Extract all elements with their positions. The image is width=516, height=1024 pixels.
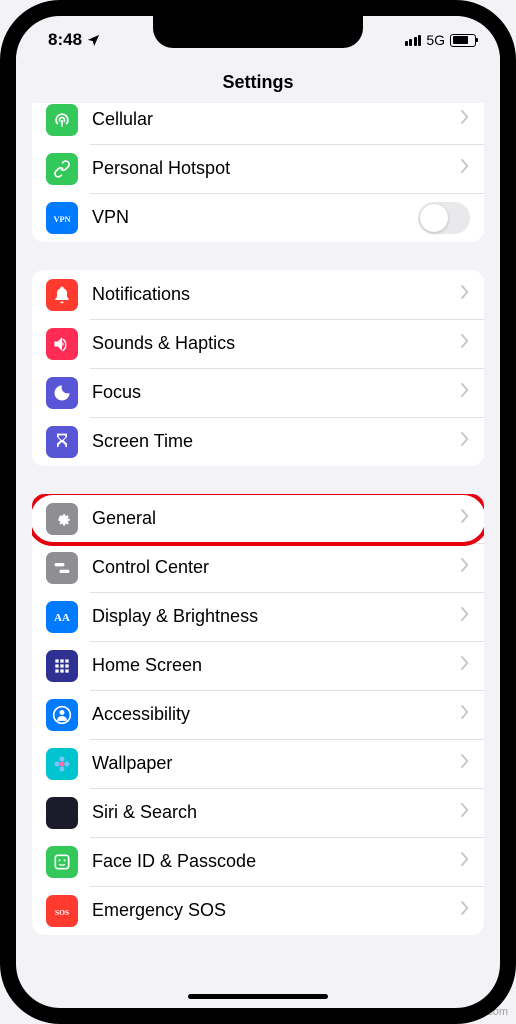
- chevron-right-icon: [461, 509, 470, 528]
- chevron-right-icon: [461, 607, 470, 626]
- row-control-center[interactable]: Control Center: [32, 543, 484, 592]
- sounds-haptics-icon: [46, 328, 78, 360]
- screen-time-icon: [46, 426, 78, 458]
- device-notch: [153, 16, 363, 48]
- home-indicator[interactable]: [188, 994, 328, 999]
- chevron-right-icon: [461, 159, 470, 178]
- row-label: Personal Hotspot: [92, 158, 447, 179]
- row-display-brightness[interactable]: Display & Brightness: [32, 592, 484, 641]
- settings-group: Notifications Sounds & Haptics Focus Screen…: [32, 270, 484, 466]
- chevron-right-icon: [461, 558, 470, 577]
- chevron-right-icon: [461, 110, 470, 129]
- location-icon: [86, 33, 101, 48]
- row-screen-time[interactable]: Screen Time: [32, 417, 484, 466]
- settings-group: General Control Center Display & Brightnes…: [32, 494, 484, 935]
- row-siri-search[interactable]: Siri & Search: [32, 788, 484, 837]
- display-brightness-icon: [46, 601, 78, 633]
- chevron-right-icon: [461, 705, 470, 724]
- row-label: General: [92, 508, 447, 529]
- row-sounds-haptics[interactable]: Sounds & Haptics: [32, 319, 484, 368]
- row-cellular[interactable]: Cellular: [32, 103, 484, 144]
- chevron-right-icon: [461, 803, 470, 822]
- row-label: Control Center: [92, 557, 447, 578]
- row-focus[interactable]: Focus: [32, 368, 484, 417]
- chevron-right-icon: [461, 383, 470, 402]
- status-time: 8:48: [48, 30, 82, 50]
- settings-list[interactable]: Cellular Personal Hotspot VPN Notifications…: [16, 103, 500, 985]
- cellular-icon: [46, 104, 78, 136]
- chevron-right-icon: [461, 901, 470, 920]
- row-label: Face ID & Passcode: [92, 851, 447, 872]
- settings-group: Cellular Personal Hotspot VPN: [32, 103, 484, 242]
- row-label: Display & Brightness: [92, 606, 447, 627]
- chevron-right-icon: [461, 285, 470, 304]
- row-vpn[interactable]: VPN: [32, 193, 484, 242]
- row-notifications[interactable]: Notifications: [32, 270, 484, 319]
- home-screen-icon: [46, 650, 78, 682]
- row-accessibility[interactable]: Accessibility: [32, 690, 484, 739]
- row-label: Sounds & Haptics: [92, 333, 447, 354]
- row-label: Home Screen: [92, 655, 447, 676]
- row-label: Siri & Search: [92, 802, 447, 823]
- row-label: Emergency SOS: [92, 900, 447, 921]
- personal-hotspot-icon: [46, 153, 78, 185]
- wallpaper-icon: [46, 748, 78, 780]
- network-label: 5G: [426, 32, 445, 48]
- row-label: Accessibility: [92, 704, 447, 725]
- row-emergency-sos[interactable]: Emergency SOS: [32, 886, 484, 935]
- vpn-icon: [46, 202, 78, 234]
- chevron-right-icon: [461, 852, 470, 871]
- general-icon: [46, 503, 78, 535]
- chevron-right-icon: [461, 432, 470, 451]
- face-id-passcode-icon: [46, 846, 78, 878]
- row-label: Wallpaper: [92, 753, 447, 774]
- focus-icon: [46, 377, 78, 409]
- chevron-right-icon: [461, 334, 470, 353]
- page-title: Settings: [16, 64, 500, 103]
- chevron-right-icon: [461, 754, 470, 773]
- signal-icon: [405, 35, 422, 46]
- row-label: Focus: [92, 382, 447, 403]
- row-label: Screen Time: [92, 431, 447, 452]
- control-center-icon: [46, 552, 78, 584]
- row-label: Notifications: [92, 284, 447, 305]
- notifications-icon: [46, 279, 78, 311]
- row-personal-hotspot[interactable]: Personal Hotspot: [32, 144, 484, 193]
- row-label: Cellular: [92, 109, 447, 130]
- emergency-sos-icon: [46, 895, 78, 927]
- accessibility-icon: [46, 699, 78, 731]
- vpn-toggle[interactable]: [418, 202, 470, 234]
- row-label: VPN: [92, 207, 404, 228]
- row-home-screen[interactable]: Home Screen: [32, 641, 484, 690]
- chevron-right-icon: [461, 656, 470, 675]
- watermark: wsxdn.com: [453, 1006, 508, 1018]
- row-general[interactable]: General: [32, 494, 484, 543]
- battery-icon: [450, 34, 476, 47]
- siri-search-icon: [46, 797, 78, 829]
- row-face-id-passcode[interactable]: Face ID & Passcode: [32, 837, 484, 886]
- row-wallpaper[interactable]: Wallpaper: [32, 739, 484, 788]
